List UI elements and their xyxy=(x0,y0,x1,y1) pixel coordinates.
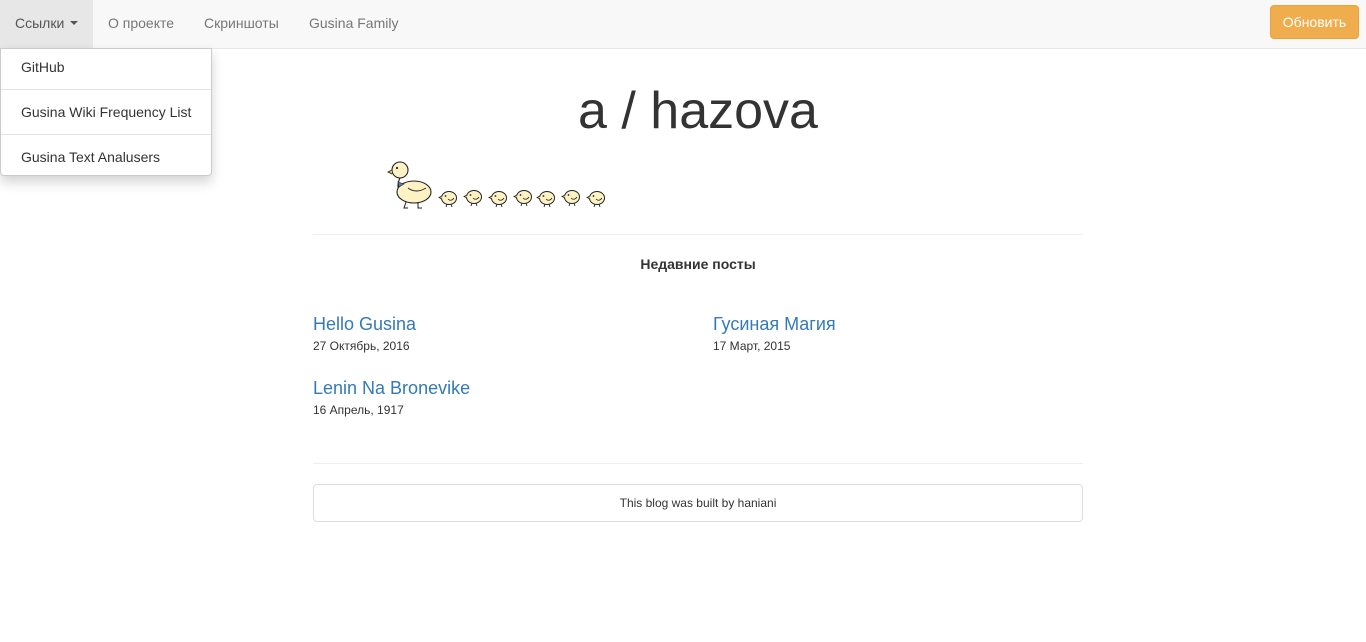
gosling-icon xyxy=(536,191,555,208)
gosling-icon xyxy=(513,190,532,207)
duck-family-illustration xyxy=(386,161,605,209)
recent-posts-heading: Недавние посты xyxy=(640,256,756,272)
gosling-icon xyxy=(438,191,457,208)
post-item: Гусиная Магия 17 Март, 2015 xyxy=(713,313,1093,353)
gosling-icon xyxy=(586,191,605,208)
nav-family-link[interactable]: Gusina Family xyxy=(309,0,398,48)
nav-links-label: Ссылки xyxy=(15,15,65,31)
divider xyxy=(313,234,1083,235)
post-item: Lenin Na Bronevike 16 Апрель, 1917 xyxy=(313,377,693,417)
gosling-icon xyxy=(488,191,507,208)
dropdown-divider xyxy=(1,89,211,90)
links-dropdown-menu: GitHub Gusina Wiki Frequency List Gusina… xyxy=(0,48,212,176)
dropdown-item-github[interactable]: GitHub xyxy=(1,49,211,89)
navbar: Ссылки О проекте Скриншоты Gusina Family… xyxy=(0,0,1366,49)
post-date: 16 Апрель, 1917 xyxy=(313,403,404,417)
divider xyxy=(313,463,1083,464)
dropdown-item-frequency-list[interactable]: Gusina Wiki Frequency List xyxy=(1,94,211,134)
post-title-link[interactable]: Lenin Na Bronevike xyxy=(313,377,693,399)
nav-screenshots-link[interactable]: Скриншоты xyxy=(204,0,279,48)
site-title: a / hazova xyxy=(578,82,818,140)
post-title-link[interactable]: Гусиная Магия xyxy=(713,313,1093,335)
goose-icon xyxy=(386,161,432,209)
gosling-icon xyxy=(561,190,580,207)
dropdown-divider xyxy=(1,134,211,135)
dropdown-item-text-analysers[interactable]: Gusina Text Analusers xyxy=(1,139,211,179)
post-date: 27 Октябрь, 2016 xyxy=(313,339,410,353)
post-title-link[interactable]: Hello Gusina xyxy=(313,313,693,335)
post-item: Hello Gusina 27 Октябрь, 2016 xyxy=(313,313,693,353)
caret-down-icon xyxy=(70,21,79,26)
footer-credit: This blog was built by haniani xyxy=(313,484,1083,522)
nav-about-link[interactable]: О проекте xyxy=(108,0,174,48)
gosling-icon xyxy=(463,190,482,207)
post-date: 17 Март, 2015 xyxy=(713,339,791,353)
update-button[interactable]: Обновить xyxy=(1270,5,1359,39)
nav-links-dropdown-toggle[interactable]: Ссылки xyxy=(0,0,93,48)
